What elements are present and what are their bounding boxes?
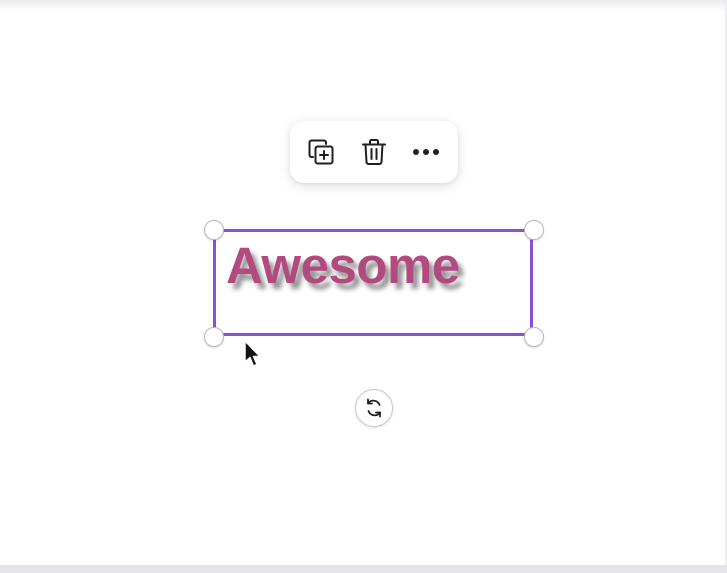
more-options-button[interactable] xyxy=(406,132,446,172)
more-horizontal-icon xyxy=(413,149,439,155)
duplicate-button[interactable] xyxy=(301,132,341,172)
text-element[interactable]: Awesome xyxy=(226,236,460,296)
rotate-icon xyxy=(367,398,381,418)
duplicate-icon xyxy=(308,139,334,165)
rotate-button[interactable] xyxy=(355,389,393,427)
resize-handle-bottom-left[interactable] xyxy=(204,327,224,347)
resize-handle-top-right[interactable] xyxy=(524,220,544,240)
mouse-pointer-icon xyxy=(244,340,261,367)
bottom-edge-bar xyxy=(0,565,727,573)
trash-icon xyxy=(362,139,386,165)
element-context-toolbar xyxy=(290,121,458,183)
resize-handle-bottom-right[interactable] xyxy=(524,327,544,347)
delete-button[interactable] xyxy=(354,132,394,172)
design-canvas[interactable]: Awesome xyxy=(0,0,727,573)
top-edge-shade xyxy=(0,0,727,12)
resize-handle-top-left[interactable] xyxy=(204,220,224,240)
